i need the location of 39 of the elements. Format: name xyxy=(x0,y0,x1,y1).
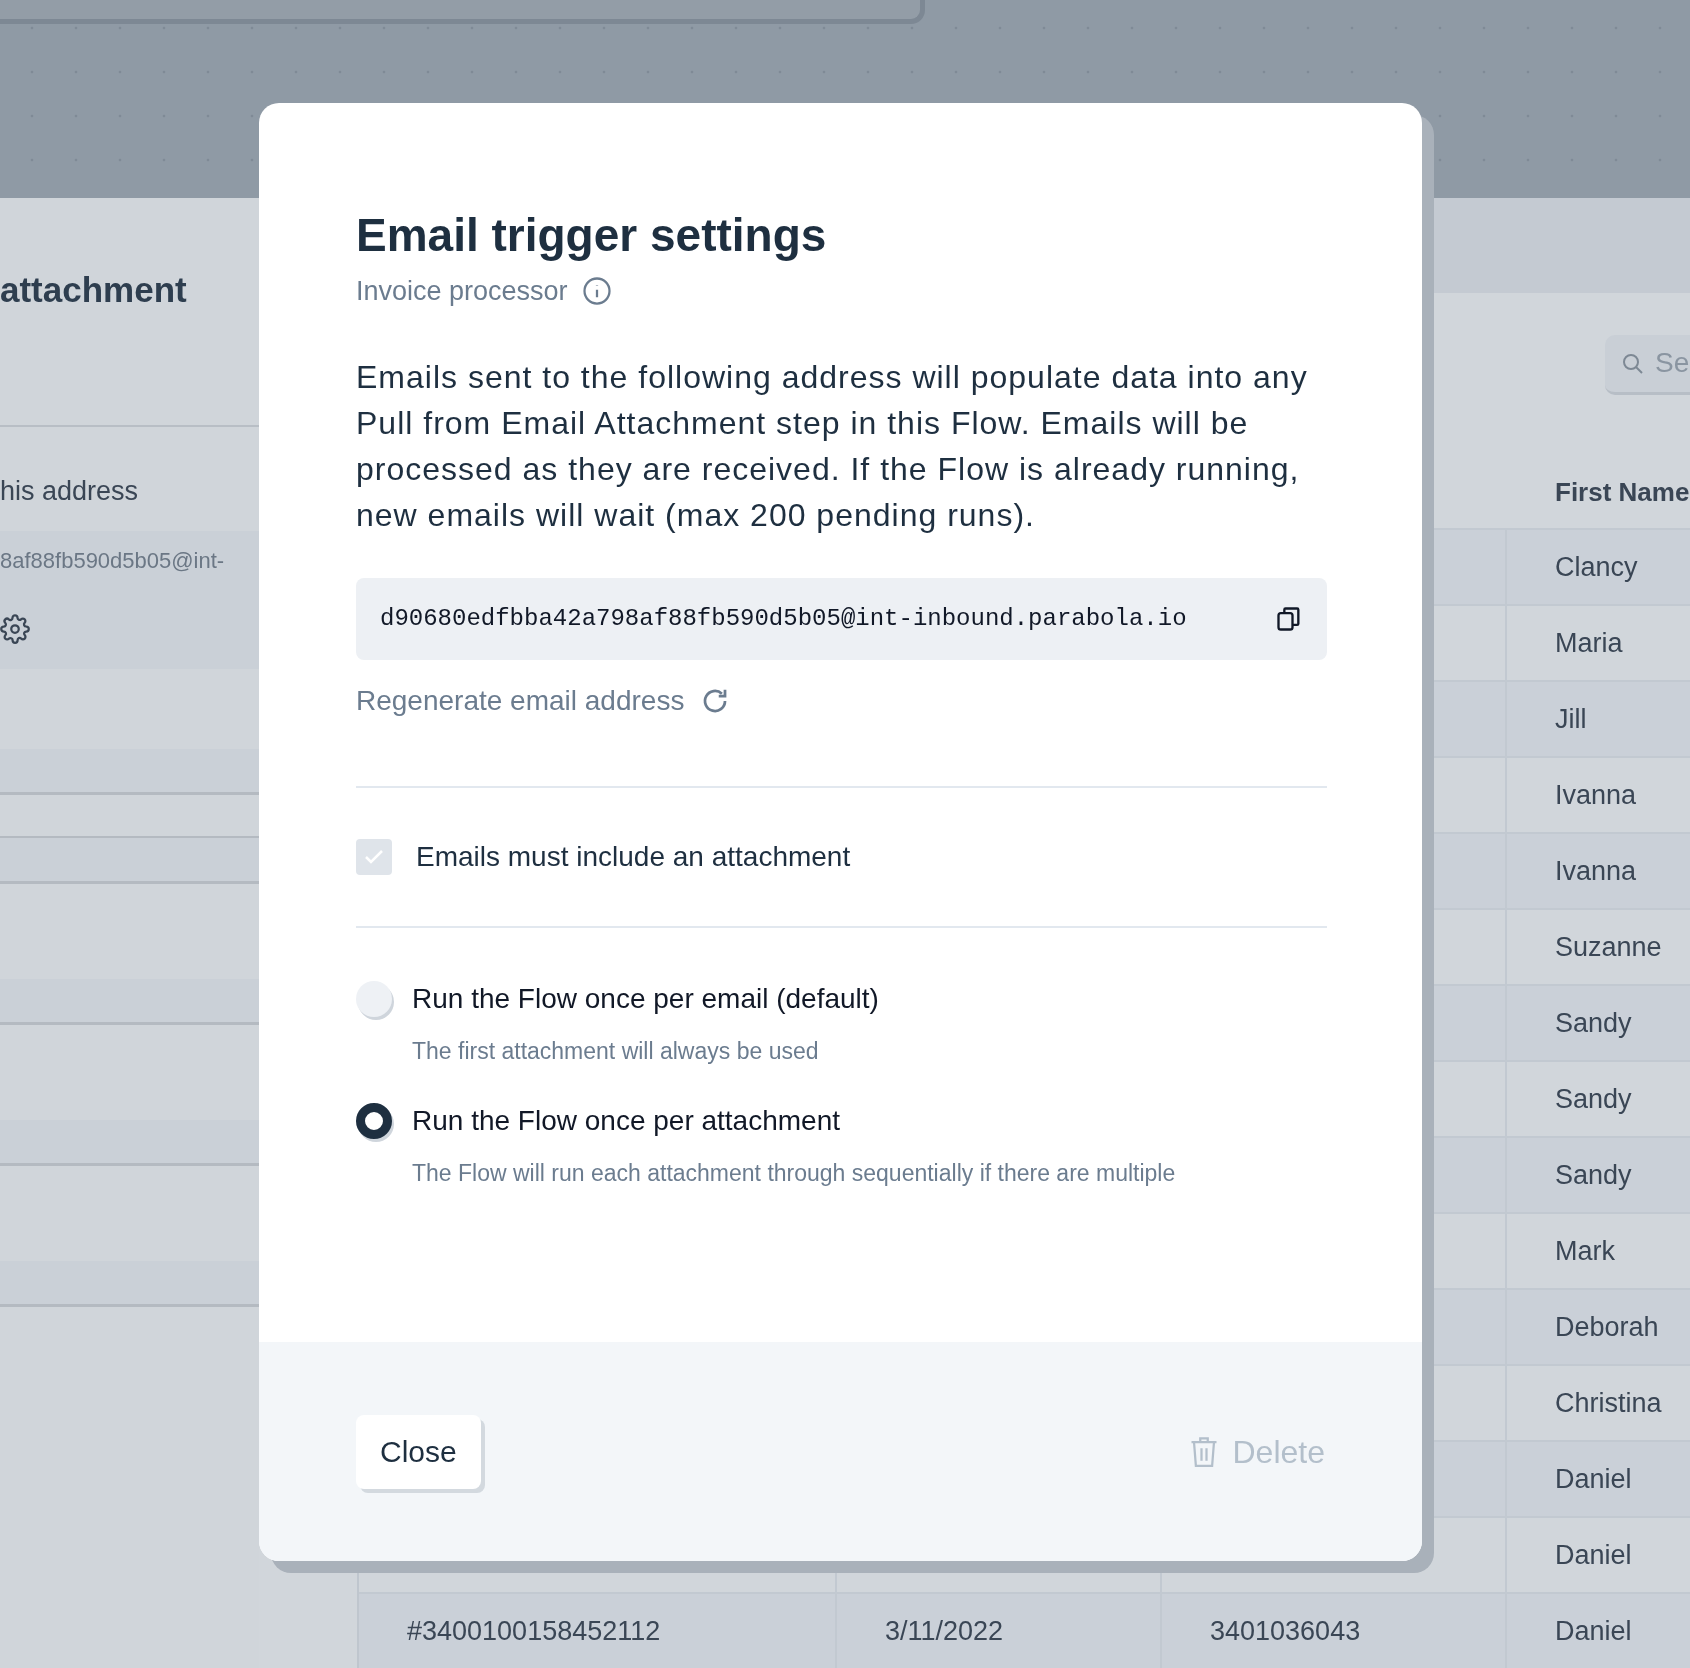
search-icon xyxy=(1621,351,1645,376)
table-cell-text: Daniel xyxy=(1555,1614,1632,1648)
table-cell-text: Clancy xyxy=(1555,550,1638,584)
option-description: The Flow will run each attachment through sequentially if there are multiple xyxy=(412,1159,1177,1188)
table-cell-text: Suzanne xyxy=(1555,930,1662,964)
option-label: Run the Flow once per attachment xyxy=(412,1104,840,1138)
option-description: The first attachment will always be used xyxy=(412,1036,820,1066)
email-address: 8af88fb590d5b05@int- xyxy=(0,546,225,575)
checkbox-label: Emails must include an attachment xyxy=(416,839,851,874)
table-cell-text: Mark xyxy=(1555,1234,1615,1268)
settings-icon[interactable] xyxy=(0,614,30,644)
copy-icon[interactable] xyxy=(1275,604,1303,633)
table-cell-text: 3401036043 xyxy=(1210,1614,1361,1648)
email-address-field: d90680edfbba42a798af88fb590d5b05@int-inbound.parabola.io xyxy=(356,577,1327,660)
table-cell-text: Ivanna xyxy=(1555,854,1637,888)
radio-button[interactable] xyxy=(356,980,392,1017)
address-label: his address xyxy=(0,476,139,506)
description-text: Emails sent to the following address will populate data into any Pull from Email Attachment step in this Flow. Emails will be processed as they are received. If the Flow is already running, new emails will wait (max 200 pending runs). xyxy=(356,357,1309,535)
table-cell-text: Sandy xyxy=(1555,1006,1632,1040)
dialog-subtitle: Invoice processor xyxy=(356,275,568,308)
table-cell-text: Sandy xyxy=(1555,1082,1632,1116)
table-cell-text: Deborah xyxy=(1555,1310,1659,1344)
table-cell-text: Daniel xyxy=(1555,1462,1632,1496)
regenerate-link[interactable]: Regenerate email address xyxy=(356,679,685,722)
option-label: Run the Flow once per email (default) xyxy=(412,981,879,1016)
panel-title: attachment xyxy=(0,269,187,311)
table-cell-text: #3400100158452112 xyxy=(407,1614,661,1648)
table-cell-text: Ivanna xyxy=(1555,778,1637,812)
table-cell-text: Maria xyxy=(1555,626,1623,660)
radio-button[interactable] xyxy=(356,1103,392,1139)
dialog-title: Email trigger settings xyxy=(356,208,828,263)
table-cell-text: Daniel xyxy=(1555,1538,1632,1572)
search-field[interactable]: Se xyxy=(1605,334,1690,395)
info-icon[interactable] xyxy=(581,276,612,307)
table-cell-text: Sandy xyxy=(1555,1158,1632,1192)
table-cell-text: Christina xyxy=(1555,1386,1662,1420)
table-cell-text: Jill xyxy=(1555,702,1587,736)
column-header: First Name xyxy=(1555,476,1690,509)
table-cell-text: 3/11/2022 xyxy=(885,1614,1004,1648)
